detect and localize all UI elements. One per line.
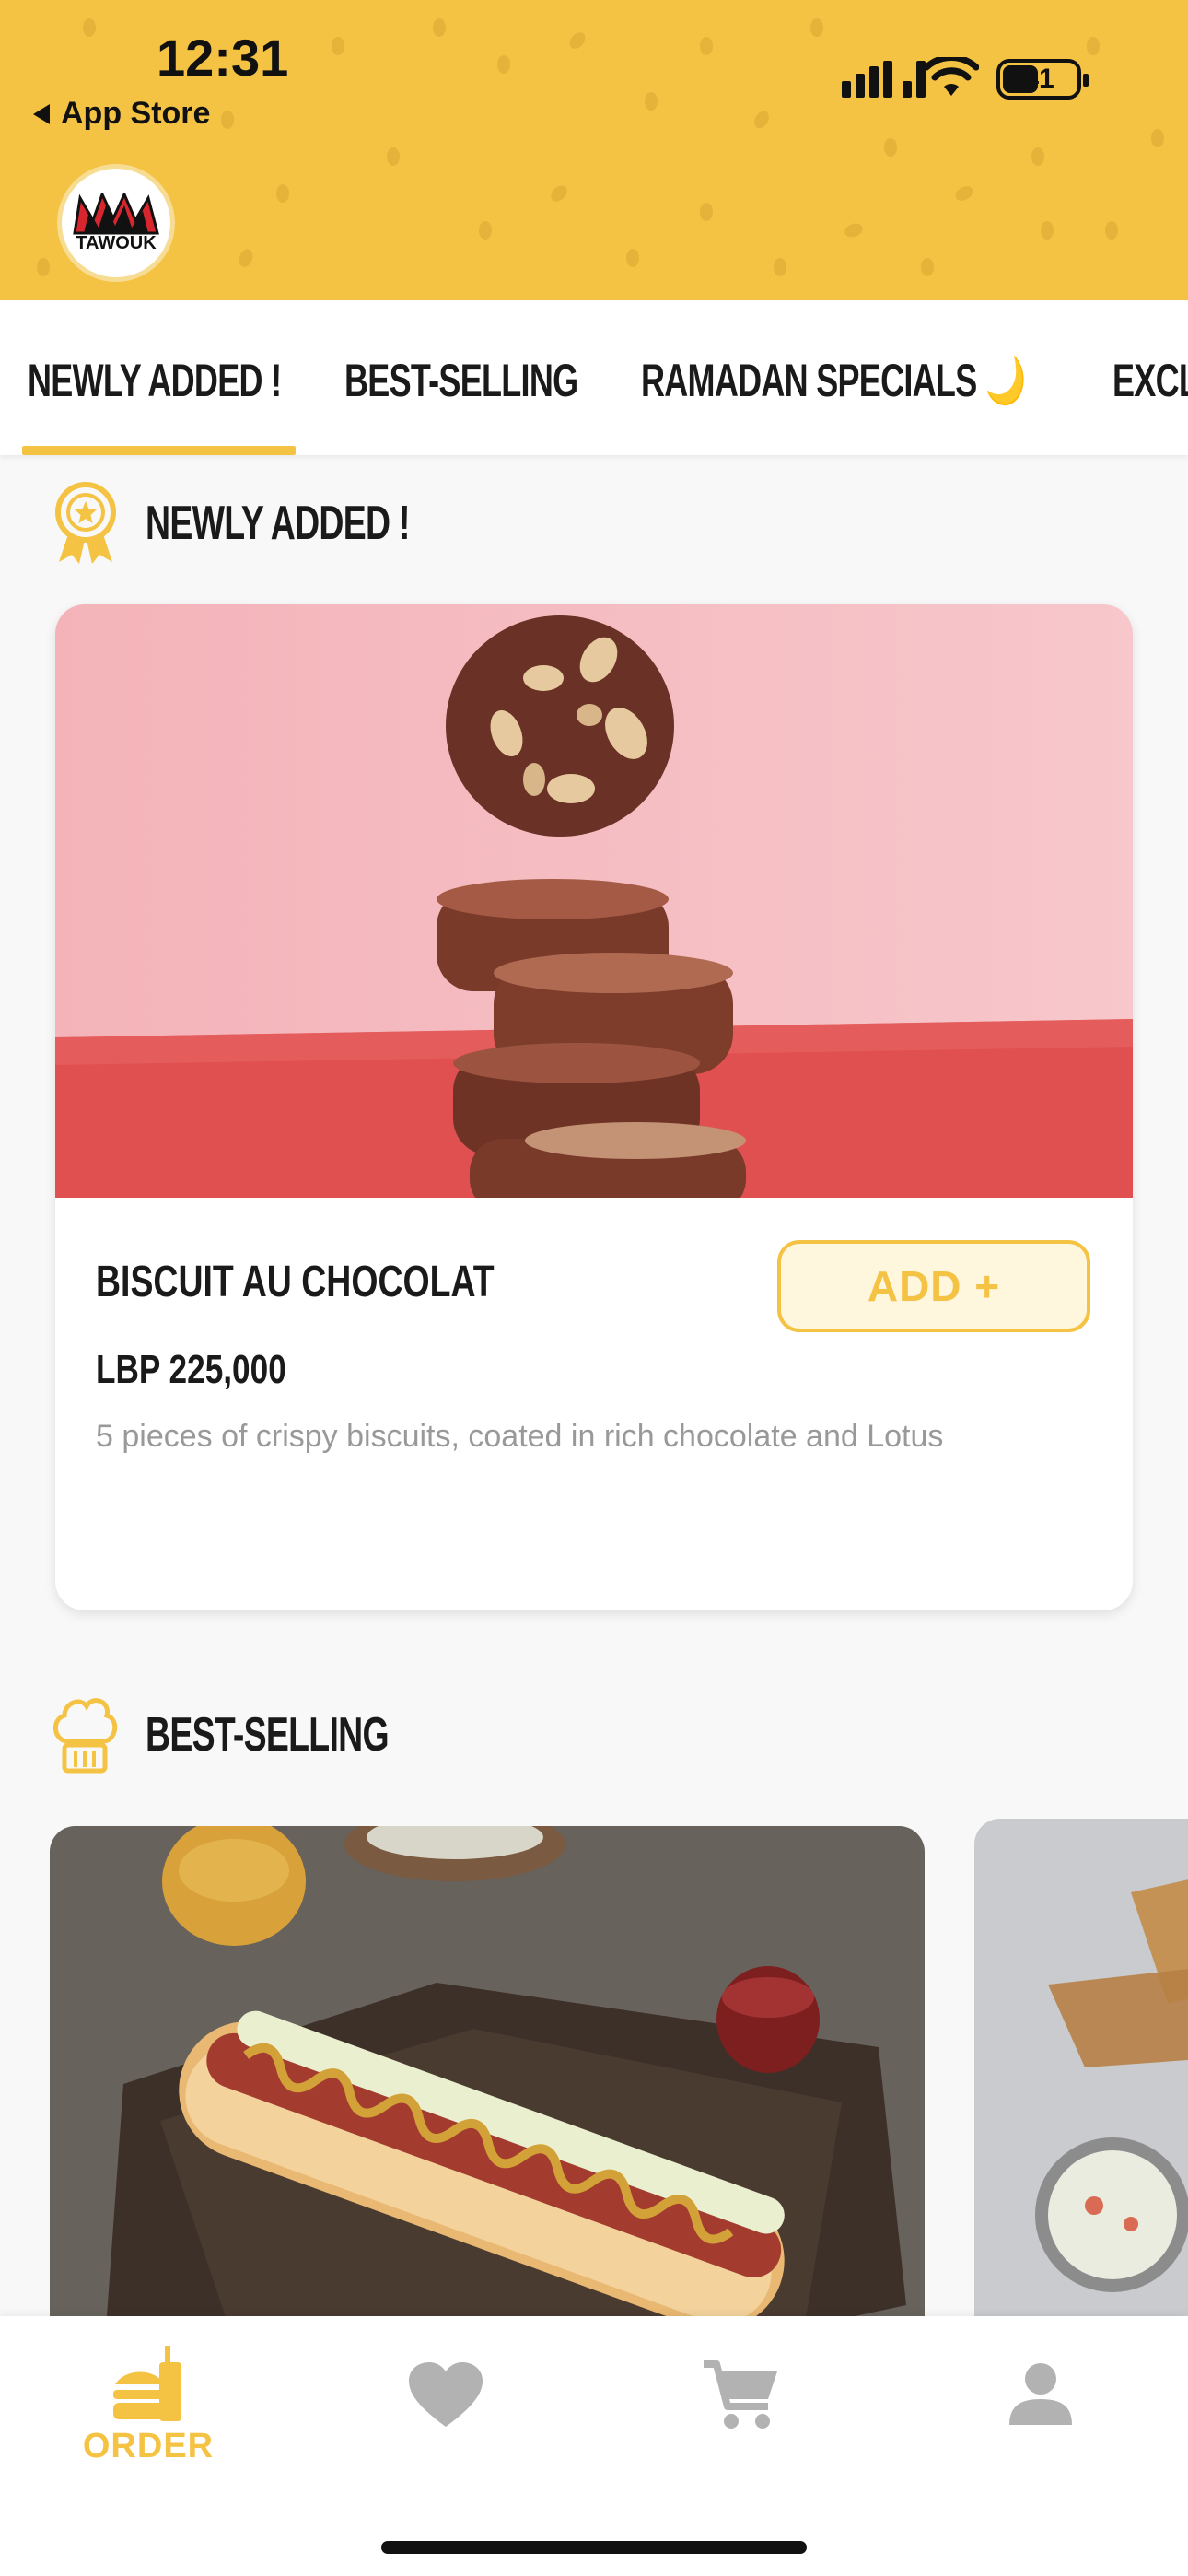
app-header: 12:31 App Store 41 TAWOUK [0,0,1188,300]
section-header-best-selling: BEST-SELLING [50,1693,483,1776]
product-image [55,604,1133,1198]
section-header-newly-added: NEWLY ADDED ! [52,481,512,566]
wifi-icon [924,57,979,96]
second-product-image [974,1819,1188,2381]
nav-profile[interactable] [1004,2362,1077,2425]
burger-drink-icon [113,2346,181,2421]
bottom-nav: ORDER [0,2316,1188,2576]
heart-icon [409,2362,483,2427]
hotdog-image [50,1826,925,2379]
back-label: App Store [61,96,211,131]
cart-icon [704,2360,777,2429]
best-selling-card-second[interactable] [974,1819,1188,2381]
product-description: 5 pieces of crispy biscuits, coated in r… [96,1419,944,1454]
brand-logo[interactable]: TAWOUK [57,164,175,282]
product-name: BISCUIT AU CHOCOLAT [96,1258,495,1306]
back-arrow-icon [33,103,50,124]
battery-icon: 41 [996,59,1089,100]
nav-order-label: ORDER [82,2427,215,2465]
cellular-signal-icon [842,61,926,98]
best-selling-card-hotdog[interactable] [50,1826,925,2379]
tab-newly-added[interactable]: NEWLY ADDED ! [28,354,282,407]
nav-cart[interactable] [700,2359,781,2432]
product-card[interactable]: BISCUIT AU CHOCOLAT ADD + LBP 225,000 5 … [55,604,1133,1610]
chef-hat-icon [53,1698,118,1774]
section-title-best-selling: BEST-SELLING [146,1708,390,1762]
award-ribbon-icon [55,482,116,564]
category-tabs: NEWLY ADDED ! BEST-SELLING RAMADAN SPECI… [0,300,1188,455]
product-price: LBP 225,000 [96,1347,286,1392]
logo-crown-icon [73,192,159,234]
tab-ramadan-specials[interactable]: RAMADAN SPECIALS 🌙 [641,354,1027,408]
person-icon [1009,2363,1072,2425]
nav-order[interactable]: ORDER [79,2344,217,2466]
back-to-app-store[interactable]: App Store [33,96,210,132]
logo-text: TAWOUK [76,232,157,253]
active-tab-indicator [22,446,296,455]
battery-level: 41 [1023,64,1054,94]
nav-favorites[interactable] [405,2362,486,2429]
section-title-newly-added: NEWLY ADDED ! [146,497,410,550]
status-time: 12:31 [157,29,289,87]
home-indicator[interactable] [381,2541,807,2554]
tab-best-selling[interactable]: BEST-SELLING [344,354,578,407]
add-to-cart-button[interactable]: ADD + [777,1240,1090,1332]
tab-exclusive[interactable]: EXCL [1112,354,1188,407]
